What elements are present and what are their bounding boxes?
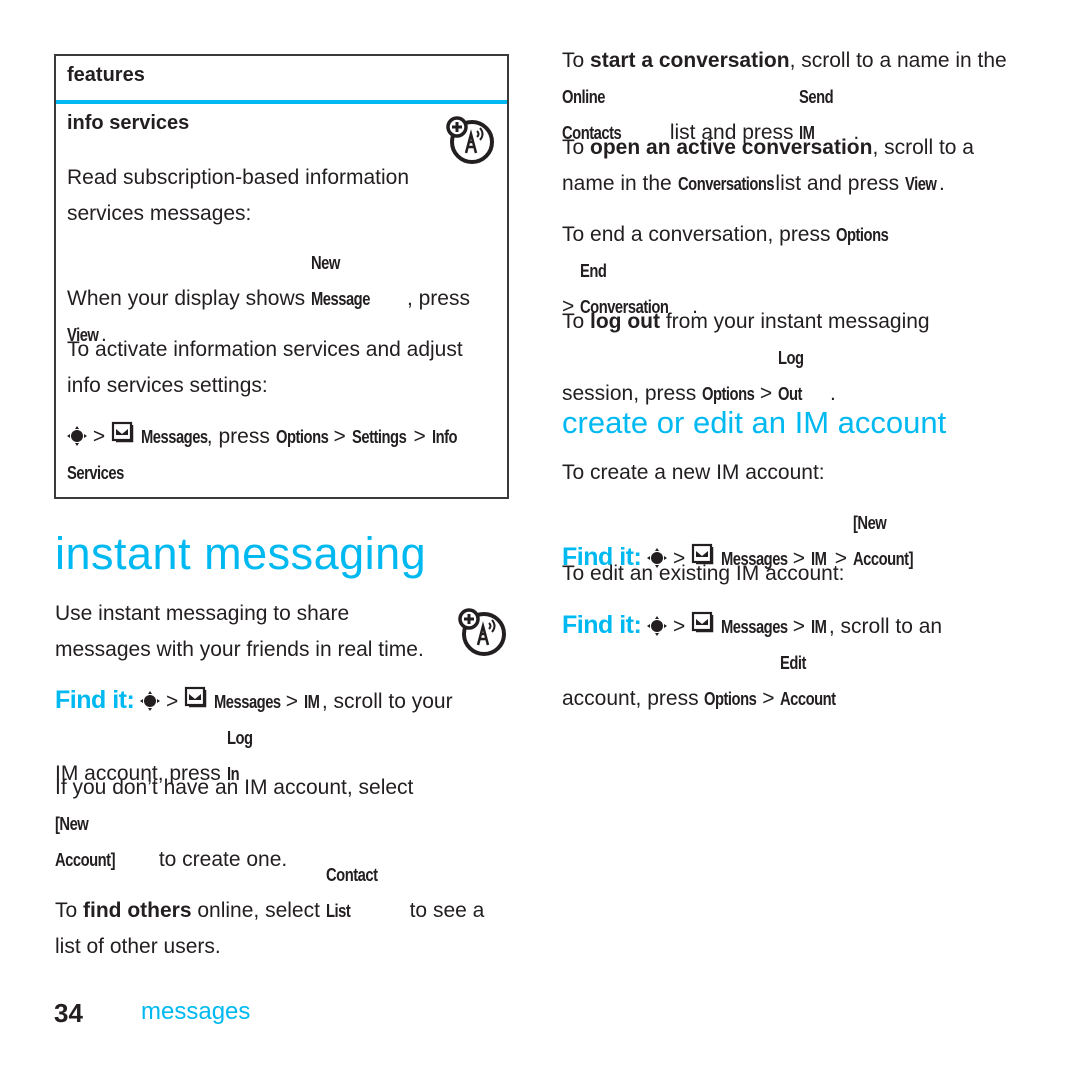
messages-icon bbox=[111, 419, 135, 455]
key-options: Options bbox=[704, 689, 757, 710]
text: from your instant messaging bbox=[660, 310, 930, 333]
findit-label: Find it: bbox=[55, 686, 135, 714]
feature-box-header-label: features bbox=[67, 64, 145, 86]
nav-key-icon bbox=[647, 613, 668, 636]
text: To bbox=[562, 310, 591, 333]
key-info: Info bbox=[431, 427, 458, 447]
page-number: 34 bbox=[54, 998, 83, 1028]
separator: > bbox=[413, 425, 426, 448]
text: To end a conversation, press bbox=[562, 223, 837, 246]
key-new-message: New Message bbox=[310, 253, 370, 309]
key-messages: Messages bbox=[140, 427, 208, 447]
create-intro: To create a new IM account: bbox=[562, 461, 825, 484]
emphasis: start a conversation bbox=[590, 49, 790, 72]
text: If you don’t have an IM account, select bbox=[55, 776, 414, 799]
feature-path: > Messages, press Options > Settings > I… bbox=[67, 419, 497, 491]
key-im: IM bbox=[303, 692, 320, 712]
key-edit-account: Edit Account bbox=[780, 653, 836, 710]
section-title-instant-messaging: instant messaging bbox=[55, 528, 427, 579]
nav-key-icon bbox=[67, 423, 87, 446]
text: , scroll to your bbox=[321, 690, 453, 713]
edit-intro: To edit an existing IM account: bbox=[562, 562, 845, 585]
key-contact-list: Contact List bbox=[325, 865, 378, 921]
text: account, press bbox=[562, 687, 705, 711]
feature-paragraph-1: Read subscription-based information serv… bbox=[67, 166, 410, 225]
key-im: IM bbox=[810, 617, 827, 637]
separator: > bbox=[92, 425, 106, 448]
open-conversation: To open an active conversation, scroll t… bbox=[562, 130, 1032, 202]
text: , press bbox=[206, 425, 276, 448]
separator: > bbox=[333, 425, 346, 448]
key-settings: Settings bbox=[351, 427, 407, 447]
text: name in the bbox=[562, 172, 678, 195]
edit-findit: Find it: > Messages > IM, scroll to an a… bbox=[562, 607, 1032, 717]
emphasis: open an active conversation bbox=[590, 136, 873, 159]
key-view: View bbox=[904, 174, 937, 194]
text: list of other users. bbox=[55, 935, 221, 958]
findit-label: Find it: bbox=[562, 611, 642, 639]
feature-box: features info services Read subscription… bbox=[54, 54, 509, 499]
text: . bbox=[938, 172, 945, 195]
network-service-icon bbox=[456, 606, 508, 663]
key-messages: Messages bbox=[213, 692, 281, 712]
key-messages: Messages bbox=[720, 617, 788, 637]
im-find-others: To find others online, select Contact Li… bbox=[55, 857, 505, 965]
network-service-icon bbox=[444, 114, 496, 171]
feature-title: info services bbox=[67, 112, 190, 134]
messages-icon bbox=[184, 684, 208, 720]
text: , scroll to a name in the bbox=[789, 49, 1007, 72]
key-options: Options bbox=[275, 427, 329, 447]
nav-key-icon bbox=[140, 688, 161, 711]
key-services: Services bbox=[67, 463, 124, 484]
key-conversations: Conversations bbox=[677, 174, 775, 194]
text: list and press bbox=[769, 172, 905, 195]
feature-paragraph-3: To activate information services and adj… bbox=[67, 338, 463, 397]
text: To bbox=[562, 136, 591, 159]
footer-section-name: messages bbox=[141, 998, 251, 1025]
text: messages with your friends in real time. bbox=[55, 638, 424, 661]
key-options: Options bbox=[836, 225, 889, 245]
emphasis: log out bbox=[590, 310, 660, 333]
text: To bbox=[55, 899, 84, 922]
key-log-out: Log Out bbox=[778, 348, 804, 404]
text: to see a bbox=[403, 899, 485, 922]
text: . bbox=[830, 382, 836, 405]
text: online, select bbox=[191, 899, 326, 922]
text: session, press bbox=[562, 382, 703, 405]
text: When your display shows bbox=[67, 287, 311, 310]
emphasis: find others bbox=[83, 899, 192, 922]
log-out: To log out from your instant messaging s… bbox=[562, 304, 1032, 412]
text: , scroll to an bbox=[828, 615, 943, 638]
feature-box-header: features bbox=[56, 56, 507, 104]
text: To bbox=[562, 49, 591, 72]
text: Use instant messaging to share bbox=[55, 602, 350, 625]
section-title-create-edit: create or edit an IM account bbox=[562, 405, 947, 440]
im-intro: Use instant messaging to share messages … bbox=[55, 596, 455, 668]
text: , press bbox=[406, 287, 470, 310]
text: , scroll to a bbox=[872, 136, 974, 159]
messages-icon bbox=[691, 609, 715, 645]
